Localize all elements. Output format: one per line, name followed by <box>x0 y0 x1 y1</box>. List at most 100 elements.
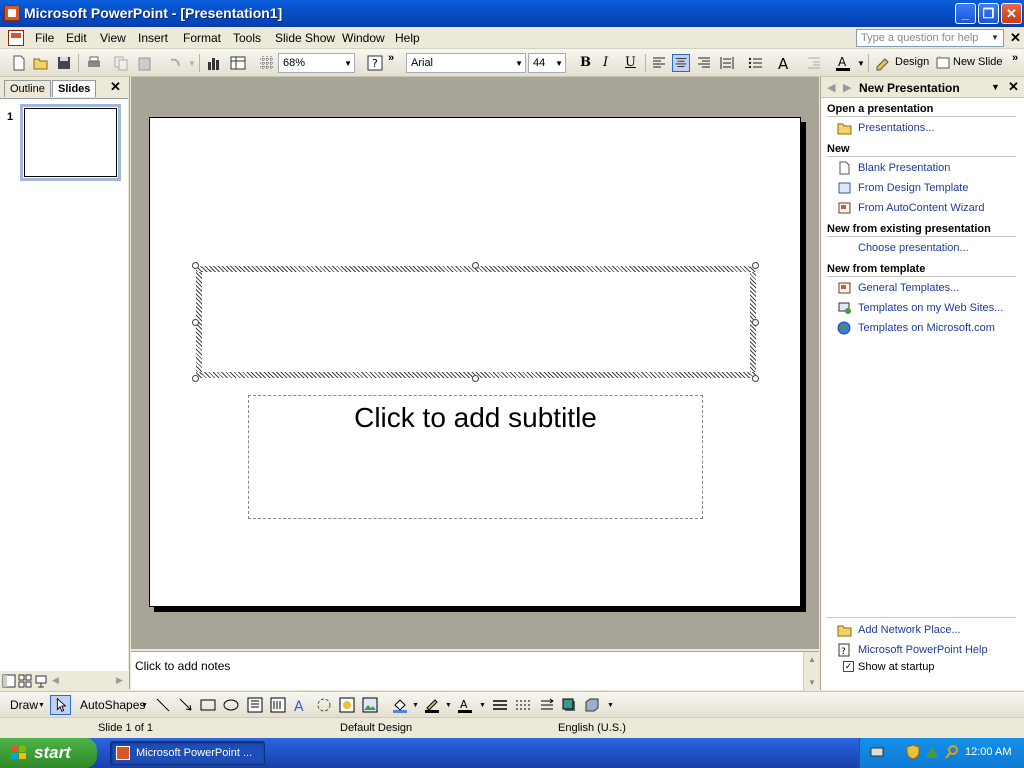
chevron-down-icon[interactable]: ▼ <box>479 702 486 709</box>
document-icon[interactable] <box>8 30 24 46</box>
insert-chart-icon[interactable] <box>205 54 223 72</box>
bullets-icon[interactable] <box>746 54 764 72</box>
show-grid-icon[interactable] <box>258 54 276 72</box>
restore-button[interactable]: ❐ <box>978 3 999 24</box>
align-right-icon[interactable] <box>695 54 713 72</box>
resize-handle[interactable] <box>752 262 759 269</box>
copy-icon[interactable] <box>112 54 130 72</box>
link-general-templates[interactable]: General Templates... <box>858 282 959 294</box>
search-icon[interactable] <box>944 744 960 760</box>
chevron-down-icon[interactable]: ▼ <box>412 702 419 709</box>
scroll-down-icon[interactable]: ▼ <box>808 678 816 687</box>
scroll-right-icon[interactable]: ▶ <box>116 675 123 686</box>
zoom-select[interactable]: 68% ▼ <box>278 53 355 73</box>
resize-handle[interactable] <box>752 319 759 326</box>
shield-icon[interactable] <box>906 744 920 760</box>
resize-handle[interactable] <box>192 375 199 382</box>
vertical-text-box-icon[interactable] <box>270 697 286 713</box>
open-icon[interactable] <box>32 54 50 72</box>
design-icon[interactable] <box>874 54 892 72</box>
wordart-icon[interactable]: A <box>293 697 309 713</box>
increase-font-icon[interactable]: A <box>776 54 794 72</box>
oval-icon[interactable] <box>223 697 239 713</box>
notes-pane[interactable]: Click to add notes ▲ ▼ <box>131 651 819 691</box>
title-placeholder[interactable] <box>196 266 756 378</box>
distribute-icon[interactable] <box>718 54 736 72</box>
link-templates-microsoft[interactable]: Templates on Microsoft.com <box>858 322 995 334</box>
line-color-icon[interactable] <box>424 697 440 713</box>
save-icon[interactable] <box>55 54 73 72</box>
resize-handle[interactable] <box>752 375 759 382</box>
print-icon[interactable] <box>85 54 103 72</box>
slide-show-icon[interactable] <box>34 674 48 688</box>
tab-outline[interactable]: Outline <box>4 80 51 97</box>
normal-view-icon[interactable] <box>2 674 16 688</box>
link-autocontent-wizard[interactable]: From AutoContent Wizard <box>858 202 985 214</box>
draw-menu-button[interactable]: Draw <box>10 698 38 712</box>
menu-file[interactable]: File <box>35 31 54 45</box>
diagram-icon[interactable] <box>316 697 332 713</box>
align-center-icon[interactable] <box>672 54 690 72</box>
document-close-icon[interactable]: ✕ <box>1010 30 1021 46</box>
show-at-startup-checkbox[interactable]: ✓ <box>843 661 854 672</box>
link-add-network-place[interactable]: Add Network Place... <box>858 624 961 636</box>
undo-icon[interactable] <box>166 54 184 72</box>
new-slide-button[interactable]: New Slide <box>953 56 1003 68</box>
toolbar-options-icon[interactable]: ▼ <box>607 702 614 709</box>
insert-picture-icon[interactable] <box>362 697 378 713</box>
link-choose-presentation[interactable]: Choose presentation... <box>858 242 969 254</box>
dash-style-icon[interactable] <box>515 697 531 713</box>
underline-button[interactable]: U <box>625 55 636 70</box>
3d-style-icon[interactable] <box>584 697 600 713</box>
resize-handle[interactable] <box>192 262 199 269</box>
new-slide-icon[interactable] <box>934 54 952 72</box>
arrow-style-icon[interactable] <box>539 697 555 713</box>
arrow-icon[interactable] <box>178 697 194 713</box>
menu-slide-show[interactable]: Slide Show <box>275 31 335 45</box>
insert-table-icon[interactable] <box>229 54 247 72</box>
help-question-input[interactable]: Type a question for help <box>856 29 1004 47</box>
align-left-icon[interactable] <box>650 54 668 72</box>
menu-help[interactable]: Help <box>395 31 420 45</box>
start-button[interactable]: start <box>0 738 97 768</box>
link-templates-web-sites[interactable]: Templates on my Web Sites... <box>858 302 1003 314</box>
menu-tools[interactable]: Tools <box>233 31 261 45</box>
menu-insert[interactable]: Insert <box>138 31 168 45</box>
italic-button[interactable]: I <box>603 55 608 70</box>
link-presentations[interactable]: Presentations... <box>858 122 934 134</box>
link-design-template[interactable]: From Design Template <box>858 182 968 194</box>
font-select[interactable]: Arial ▼ <box>406 53 526 73</box>
menu-format[interactable]: Format <box>183 31 221 45</box>
taskbar-powerpoint-item[interactable]: Microsoft PowerPoint ... <box>110 741 265 765</box>
font-size-select[interactable]: 44 ▼ <box>528 53 566 73</box>
line-style-icon[interactable] <box>492 697 508 713</box>
resize-handle[interactable] <box>472 375 479 382</box>
close-icon[interactable]: ✕ <box>110 79 121 95</box>
text-box-icon[interactable] <box>247 697 263 713</box>
slide-thumbnail[interactable] <box>20 104 121 181</box>
scroll-up-icon[interactable]: ▲ <box>808 655 816 664</box>
close-button[interactable]: ✕ <box>1001 3 1022 24</box>
line-icon[interactable] <box>155 697 171 713</box>
font-color-icon[interactable]: A <box>834 54 852 72</box>
design-button[interactable]: Design <box>895 56 929 68</box>
menu-window[interactable]: Window <box>342 31 385 45</box>
select-objects-icon[interactable] <box>50 695 71 715</box>
scroll-left-icon[interactable]: ◀ <box>52 675 59 686</box>
menu-edit[interactable]: Edit <box>66 31 87 45</box>
tab-slides[interactable]: Slides <box>52 80 97 97</box>
keyboard-icon[interactable] <box>870 746 884 758</box>
bold-button[interactable]: B <box>580 55 591 70</box>
close-icon[interactable]: ✕ <box>1008 79 1019 95</box>
fill-color-icon[interactable] <box>392 697 408 713</box>
powerpoint-app-icon[interactable] <box>4 5 20 21</box>
clock[interactable]: 12:00 AM <box>965 746 1011 758</box>
new-icon[interactable] <box>10 54 28 72</box>
forward-icon[interactable]: ▶ <box>843 81 851 94</box>
font-color-icon[interactable]: A <box>457 697 473 713</box>
decrease-indent-icon[interactable] <box>805 54 823 72</box>
toolbar-overflow-icon[interactable]: » <box>1012 52 1018 64</box>
link-blank-presentation[interactable]: Blank Presentation <box>858 162 950 174</box>
link-powerpoint-help[interactable]: Microsoft PowerPoint Help <box>858 644 988 656</box>
minimize-button[interactable]: _ <box>955 3 976 24</box>
